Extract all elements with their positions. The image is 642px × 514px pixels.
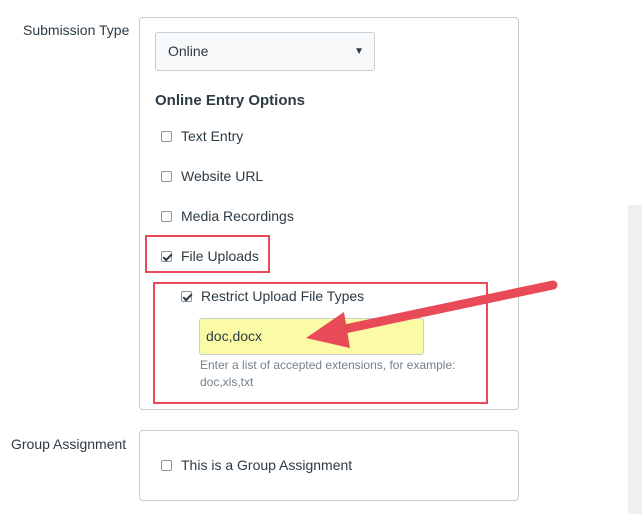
group-assignment-label: Group Assignment bbox=[11, 436, 127, 452]
online-entry-options-heading: Online Entry Options bbox=[155, 92, 306, 109]
text-entry-label: Text Entry bbox=[181, 128, 244, 144]
submission-type-label: Submission Type bbox=[23, 22, 130, 38]
website-url-checkbox[interactable] bbox=[161, 170, 172, 182]
website-url-label: Website URL bbox=[181, 168, 264, 184]
right-edge-decoration bbox=[628, 205, 642, 514]
text-entry-checkbox[interactable] bbox=[161, 130, 172, 142]
submission-type-value: Online bbox=[168, 43, 209, 59]
chevron-down-icon: ▼ bbox=[354, 46, 364, 57]
group-assignment-option[interactable]: This is a Group Assignment bbox=[161, 457, 352, 473]
media-recordings-checkbox[interactable] bbox=[161, 210, 172, 222]
restrict-file-types-highlight-box bbox=[153, 282, 488, 404]
media-recordings-option[interactable]: Media Recordings bbox=[161, 208, 294, 224]
group-assignment-checkbox-label: This is a Group Assignment bbox=[181, 457, 353, 473]
media-recordings-label: Media Recordings bbox=[181, 208, 294, 224]
group-assignment-checkbox[interactable] bbox=[161, 459, 172, 471]
text-entry-option[interactable]: Text Entry bbox=[161, 128, 243, 144]
website-url-option[interactable]: Website URL bbox=[161, 168, 263, 184]
file-uploads-highlight-box bbox=[145, 235, 270, 273]
submission-type-select[interactable]: Online ▼ bbox=[155, 32, 375, 71]
